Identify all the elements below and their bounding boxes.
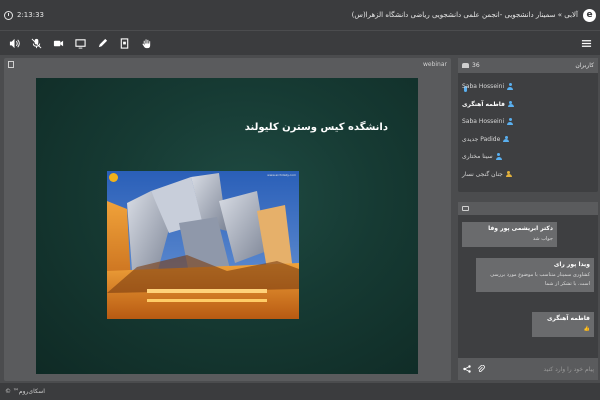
presentation-header: webinar bbox=[4, 58, 451, 70]
users-count: 36 bbox=[462, 62, 480, 69]
guest-user-icon bbox=[505, 170, 512, 178]
session-timer: 2:13:33 bbox=[4, 10, 44, 20]
hamburger-menu-icon bbox=[581, 39, 591, 47]
slide: دانشگده کیس وسترن کلیولند www.archdaily.… bbox=[36, 78, 418, 374]
chat-message: دکتر ابریشمی پور وفا جواب شد bbox=[462, 222, 557, 247]
app-logo-icon[interactable]: e bbox=[583, 8, 596, 22]
user-item[interactable]: Saba Hosseini bbox=[462, 78, 594, 96]
screen-share-button[interactable] bbox=[69, 31, 91, 55]
user-name: Padide جدیدی bbox=[462, 135, 501, 143]
pen-button[interactable] bbox=[91, 31, 113, 55]
mic-off-icon bbox=[31, 38, 41, 48]
screen-share-icon bbox=[74, 38, 86, 49]
user-icon bbox=[503, 135, 510, 143]
camera-icon bbox=[53, 40, 63, 46]
raise-hand-button[interactable] bbox=[135, 31, 157, 55]
clock-icon bbox=[4, 10, 13, 20]
camera-button[interactable] bbox=[47, 31, 69, 55]
user-icon bbox=[507, 118, 514, 125]
footer-brand: اسکای‌روم™ © bbox=[5, 388, 45, 395]
toolbar bbox=[0, 31, 600, 55]
chat-message: ویدا پور رای کشاوری سمینار متناسب با موض… bbox=[476, 258, 594, 292]
chat-input-row bbox=[458, 358, 598, 380]
presentation-label: webinar bbox=[422, 60, 447, 68]
users-count-value: 36 bbox=[472, 62, 480, 69]
slide-title: دانشگده کیس وسترن کلیولند bbox=[244, 122, 388, 133]
chat-message-text: کشاوری سمینار متناسب با موضوع مورد بررسی… bbox=[490, 272, 590, 287]
chat-header bbox=[458, 202, 598, 215]
chat-icon bbox=[462, 206, 469, 211]
chat-message: فاطمه آهنگری 👍 bbox=[532, 312, 594, 337]
user-name: Saba Hosseini bbox=[462, 118, 505, 126]
chat-input[interactable] bbox=[490, 362, 594, 376]
building-photo bbox=[107, 171, 299, 319]
user-item[interactable]: Padide جدیدی bbox=[462, 131, 594, 149]
chat-message-sender: ویدا پور رای bbox=[553, 261, 590, 268]
timer-text: 2:13:33 bbox=[17, 11, 44, 19]
speaker-button[interactable] bbox=[3, 31, 25, 55]
speaker-icon bbox=[9, 38, 20, 48]
share-icon bbox=[463, 365, 471, 373]
user-name: Saba Hosseini bbox=[462, 83, 505, 91]
photo-caption: www.archdaily.com bbox=[267, 173, 296, 177]
user-name: سینا مختاری bbox=[462, 153, 493, 161]
user-icon bbox=[507, 83, 514, 90]
users-header: 36 کاربران bbox=[458, 58, 598, 73]
user-item-guest[interactable]: جنان گنجی نسار bbox=[462, 166, 594, 184]
users-group-icon bbox=[462, 63, 469, 68]
chat-message-sender: دکتر ابریشمی پور وفا bbox=[488, 225, 553, 232]
user-icon bbox=[495, 153, 502, 160]
slide-photo: www.archdaily.com bbox=[107, 171, 299, 319]
presentation-file-icon[interactable] bbox=[8, 60, 14, 68]
attach-button[interactable] bbox=[476, 363, 486, 375]
attachment-icon bbox=[477, 365, 485, 372]
users-title: کاربران bbox=[575, 62, 594, 69]
mic-button[interactable] bbox=[25, 31, 47, 55]
document-icon bbox=[120, 37, 128, 49]
menu-button[interactable] bbox=[575, 31, 597, 55]
user-icon bbox=[507, 100, 514, 108]
chat-message-text: 👍 bbox=[583, 326, 590, 332]
share-button[interactable] bbox=[462, 363, 472, 375]
pen-icon bbox=[98, 38, 107, 47]
breadcrumb-text[interactable]: آلابی » سمینار دانشجویی -انجمن علمی دانش… bbox=[352, 11, 578, 19]
title-bar: 2:13:33 e آلابی » سمینار دانشجویی -انجمن… bbox=[0, 0, 600, 30]
document-button[interactable] bbox=[113, 31, 135, 55]
user-item-current[interactable]: فاطمه آهنگری bbox=[462, 96, 594, 114]
photo-badge-icon bbox=[109, 173, 118, 182]
chat-panel: دکتر ابریشمی پور وفا جواب شد ویدا پور را… bbox=[458, 202, 598, 380]
presentation-panel: webinar دانشگده کیس وسترن کلیولند www.ar… bbox=[4, 58, 451, 381]
user-name: فاطمه آهنگری bbox=[462, 100, 505, 108]
breadcrumb: e آلابی » سمینار دانشجویی -انجمن علمی دا… bbox=[352, 8, 596, 22]
chat-message-sender: فاطمه آهنگری bbox=[547, 315, 590, 322]
users-panel: 36 کاربران Saba Hosseini فاطمه آهنگری Sa… bbox=[458, 58, 598, 192]
chat-message-text: جواب شد bbox=[532, 236, 553, 242]
raise-hand-icon bbox=[141, 38, 150, 48]
user-item[interactable]: سینا مختاری bbox=[462, 148, 594, 166]
footer: اسکای‌روم™ © bbox=[0, 383, 600, 400]
user-item[interactable]: Saba Hosseini bbox=[462, 113, 594, 131]
user-name: جنان گنجی نسار bbox=[462, 170, 503, 178]
users-list: Saba Hosseini فاطمه آهنگری Saba Hosseini… bbox=[458, 73, 598, 183]
